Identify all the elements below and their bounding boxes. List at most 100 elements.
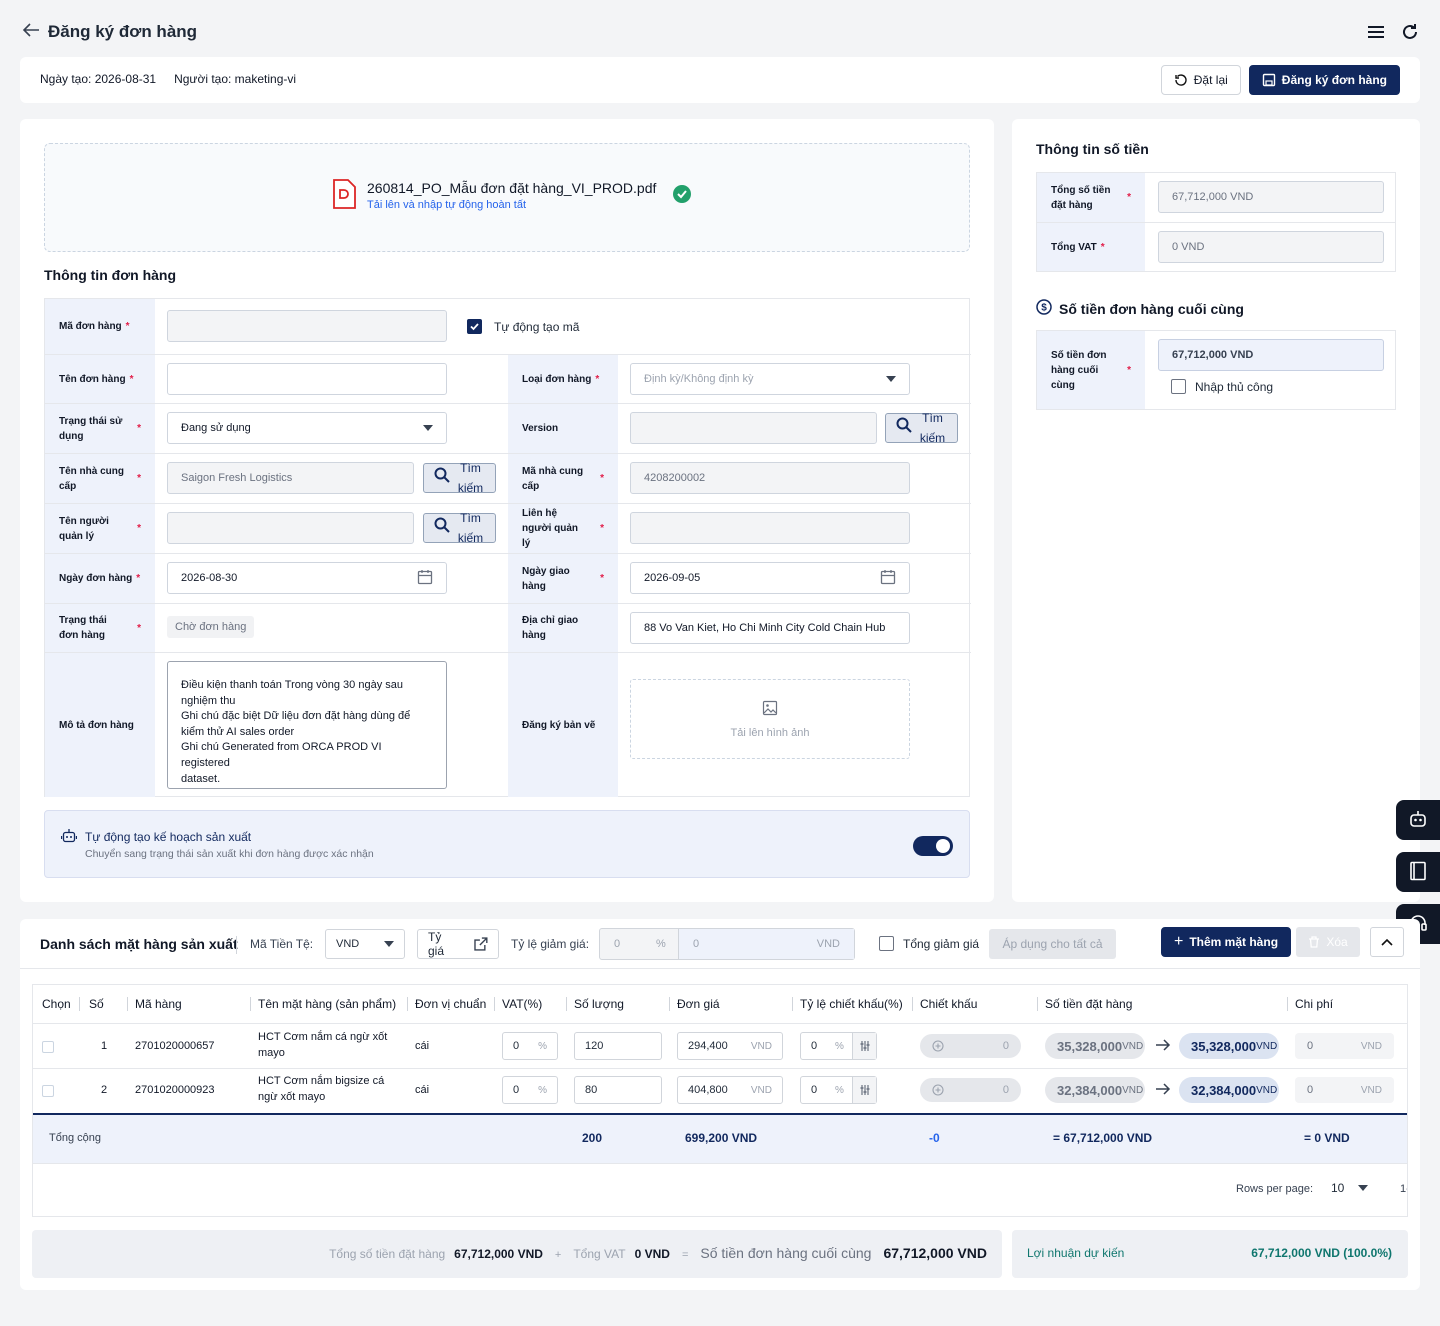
usage-status-select[interactable]: Đang sử dụng (167, 412, 447, 444)
price-value: 404,800 (688, 1084, 728, 1096)
vat-input[interactable]: 0% (502, 1076, 558, 1104)
order-type-select[interactable]: Định kỳ/Không định kỳ (630, 363, 910, 395)
collapse-button[interactable] (1370, 927, 1404, 957)
discount-amount-pill: 0 (920, 1034, 1021, 1058)
menu-icon[interactable] (1366, 22, 1386, 45)
image-icon (762, 700, 778, 719)
item-name: HCT Cơm nắm bigsize cá (258, 1075, 385, 1087)
vat-input[interactable]: 0% (502, 1032, 558, 1060)
col-header: Chi phí (1295, 997, 1334, 1011)
summary-plus: + (554, 1249, 562, 1261)
cost-input[interactable]: 0 VND (1295, 1077, 1394, 1103)
cur-unit: VND (1122, 1040, 1144, 1052)
total-price: 699,200 VND (685, 1131, 758, 1145)
order-info-title: Thông tin đơn hàng (44, 267, 177, 283)
manager-contact-input[interactable] (630, 512, 910, 544)
manual-book-button[interactable] (1396, 852, 1440, 892)
total-discount-checkbox[interactable]: Tổng giảm giá (879, 936, 979, 951)
drawing-upload-zone[interactable]: Tải lên hình ảnh (630, 679, 910, 759)
discount-input-group[interactable]: 0 % 0 VND (599, 928, 855, 960)
discount-pct-value: 0 (614, 938, 621, 950)
calendar-icon[interactable] (880, 569, 896, 588)
auto-plan-toggle[interactable] (913, 836, 953, 856)
cur-unit: VND (1256, 1040, 1278, 1052)
version-input[interactable] (630, 412, 877, 444)
search-label: Tìm kiếm (457, 461, 484, 495)
reset-icon (1175, 74, 1187, 86)
summary-final-label: Số tiền đơn hàng cuối cùng (700, 1245, 872, 1261)
version-search-button[interactable]: Tìm kiếm (885, 411, 958, 445)
description-line: dataset. (181, 772, 221, 785)
caret-down-icon (886, 373, 896, 385)
meta-info: Ngày tạo: 2026-08-31 Người tạo: maketing-… (40, 72, 314, 86)
manager-input[interactable] (167, 512, 414, 544)
currency-select[interactable]: VND (325, 929, 405, 959)
auto-plan-subtitle: Chuyển sang trạng thái sản xuất khi đơn … (85, 848, 374, 860)
manager-search-button[interactable]: Tìm kiếm (423, 511, 496, 545)
caret-down-icon (1358, 1185, 1369, 1191)
description-line: nghiệm thu (181, 694, 236, 707)
supplier-code-input[interactable]: 4208200002 (630, 462, 910, 494)
item-code: 2701020000657 (135, 1040, 215, 1052)
final-amount-input[interactable]: 67,712,000 VND (1158, 339, 1384, 371)
delivery-address-input[interactable]: 88 Vo Van Kiet, Ho Chi Minh City Cold Ch… (630, 612, 910, 644)
disc-amount-value: 0 (1002, 1084, 1009, 1096)
supplier-search-button[interactable]: Tìm kiếm (423, 461, 496, 495)
order-date-input[interactable]: 2026-08-30 (167, 562, 447, 594)
usage-status-label: Trạng thái sử dụng * (45, 404, 155, 453)
order-name-input[interactable] (167, 363, 447, 395)
cost-value: 0 (1307, 1084, 1314, 1096)
qty-input[interactable]: 80 (574, 1076, 662, 1104)
delete-button[interactable]: Xóa (1296, 927, 1360, 957)
discount-amount-pill: 0 (920, 1078, 1021, 1102)
items-table: Chọn Số Mã hàng Tên mặt hàng (sản phẩm) … (32, 984, 1408, 1217)
table-row[interactable]: 2 2701020000923 HCT Cơm nắm bigsize cá n… (33, 1069, 1407, 1113)
price-input[interactable]: 404,800 VND (677, 1076, 783, 1104)
amount-pill: 35,328,000 VND (1045, 1033, 1145, 1059)
auto-plan-title: Tự động tạo kế hoạch sản xuất (85, 830, 252, 844)
profit-label: Lợi nhuận dự kiến (1027, 1246, 1125, 1260)
qty-input[interactable]: 120 (574, 1032, 662, 1060)
auto-plan-panel: Tự động tạo kế hoạch sản xuất Chuyển san… (44, 810, 970, 878)
cur-unit: VND (1256, 1084, 1278, 1096)
total-discount-label: Tổng giảm giá (903, 936, 980, 951)
sliders-icon[interactable] (852, 1033, 876, 1059)
price-input[interactable]: 294,400 VND (677, 1032, 783, 1060)
delivery-date-input[interactable]: 2026-09-05 (630, 562, 910, 594)
calendar-icon[interactable] (417, 569, 433, 588)
cost-value: 0 (1307, 1040, 1314, 1052)
ai-assistant-button[interactable] (1396, 800, 1440, 840)
submit-label: Đăng ký đơn hàng (1281, 73, 1387, 87)
discount-rate-input[interactable]: 0% (800, 1032, 877, 1060)
cost-input[interactable]: 0 VND (1295, 1033, 1394, 1059)
rows-per-page-select[interactable]: 10 (1331, 1181, 1369, 1195)
reset-button[interactable]: Đặt lại (1160, 65, 1241, 95)
row-checkbox[interactable] (42, 1085, 54, 1097)
table-row[interactable]: 1 2701020000657 HCT Cơm nắm cá ngừ xốt m… (33, 1024, 1407, 1068)
exchange-rate-button[interactable]: Tỷ giá (417, 929, 499, 959)
col-header: Chọn (42, 997, 71, 1011)
refresh-icon[interactable] (1400, 22, 1420, 45)
order-code-input[interactable] (167, 310, 447, 342)
item-code: 2701020000923 (135, 1084, 215, 1096)
auto-code-checkbox[interactable]: Tự động tạo mã (467, 319, 579, 334)
discount-rate-input[interactable]: 0% (800, 1076, 877, 1104)
supplier-name-input[interactable]: Saigon Fresh Logistics (167, 462, 414, 494)
apply-all-button[interactable]: Áp dụng cho tất cả (989, 929, 1116, 959)
totals-label: Tổng cộng (49, 1132, 101, 1144)
version-label: Version (508, 404, 618, 453)
manual-entry-checkbox[interactable]: Nhập thủ công (1171, 379, 1273, 394)
back-arrow-icon[interactable] (22, 22, 40, 42)
sliders-icon[interactable] (852, 1077, 876, 1103)
add-item-button[interactable]: + Thêm mặt hàng (1161, 927, 1292, 957)
dollar-circle-icon: $ (1036, 299, 1052, 318)
row-checkbox[interactable] (42, 1041, 54, 1053)
exchange-rate-label: Tỷ giá (428, 930, 445, 958)
upload-dropzone[interactable]: 260814_PO_Mẫu đơn đặt hàng_VI_PROD.pdf T… (44, 143, 970, 252)
add-item-label: Thêm mặt hàng (1189, 935, 1279, 949)
submit-order-button[interactable]: Đăng ký đơn hàng (1248, 65, 1400, 95)
total-amount-input[interactable]: 67,712,000 VND (1158, 181, 1384, 213)
supplier-code-label: Mã nhà cung cấp * (508, 454, 618, 503)
total-vat-input[interactable]: 0 VND (1158, 231, 1384, 263)
description-textarea[interactable]: Điều kiện thanh toán Trong vòng 30 ngày … (167, 661, 447, 789)
